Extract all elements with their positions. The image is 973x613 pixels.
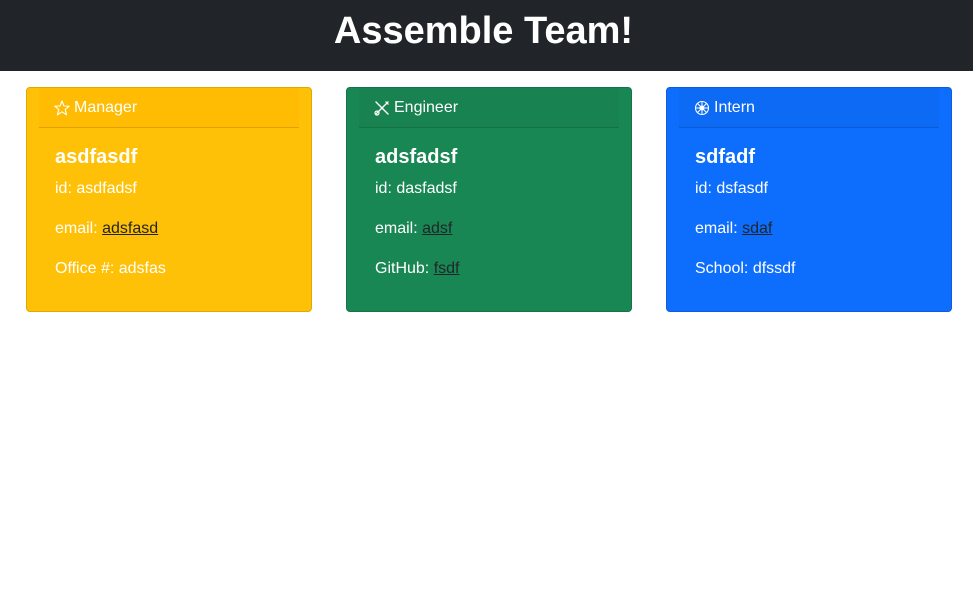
- employee-school: School: dfssdf: [695, 259, 951, 279]
- office-label: Office #:: [55, 260, 119, 277]
- github-label: GitHub:: [375, 260, 434, 277]
- id-value: asdfadsf: [76, 180, 137, 197]
- office-value: adsfas: [118, 260, 166, 277]
- employee-github: GitHub: fsdf: [375, 259, 631, 279]
- card-role: Manager: [74, 98, 138, 116]
- id-value: dasfadsf: [396, 180, 457, 197]
- tools-icon: [374, 100, 390, 116]
- intern-card: Intern sdfadf id: dsfasdf email: sdaf Sc…: [666, 87, 952, 312]
- card-header: Engineer: [359, 88, 619, 128]
- snowflake-icon: [694, 100, 710, 116]
- github-link[interactable]: fsdf: [434, 260, 460, 277]
- email-link[interactable]: adsf: [422, 220, 452, 237]
- employee-name: adsfadsf: [375, 146, 458, 168]
- employee-id: id: asdfadsf: [55, 179, 311, 199]
- email-label: email:: [695, 220, 743, 237]
- card-header: Manager: [39, 88, 299, 128]
- email-label: email:: [55, 220, 103, 237]
- employee-id: id: dasfadsf: [375, 179, 631, 199]
- engineer-card: Engineer adsfadsf id: dasfadsf email: ad…: [346, 87, 632, 312]
- page-title: Assemble Team!: [333, 10, 634, 52]
- star-icon: [54, 99, 70, 116]
- employee-email: email: adsfasd: [55, 219, 311, 239]
- top-navbar: Assemble Team!: [0, 0, 973, 71]
- card-header: Intern: [679, 88, 939, 128]
- card-body: adsfadsf id: dasfadsf email: adsf GitHub…: [347, 128, 631, 279]
- card-role: Intern: [714, 98, 755, 116]
- employee-office: Office #: adsfas: [55, 259, 311, 279]
- card-role: Engineer: [394, 98, 459, 116]
- employee-email: email: adsf: [375, 219, 631, 239]
- email-link[interactable]: sdaf: [742, 220, 772, 237]
- employee-email: email: sdaf: [695, 219, 951, 239]
- id-value: dsfasdf: [716, 180, 768, 197]
- employee-name: sdfadf: [695, 146, 755, 168]
- email-label: email:: [375, 220, 423, 237]
- id-label: id:: [375, 180, 397, 197]
- employee-id: id: dsfasdf: [695, 179, 951, 199]
- card-body: sdfadf id: dsfasdf email: sdaf School: d…: [667, 128, 951, 279]
- school-value: dfssdf: [752, 260, 796, 277]
- email-link[interactable]: adsfasd: [102, 220, 158, 237]
- manager-card: Manager asdfasdf id: asdfadsf email: ads…: [26, 87, 312, 312]
- id-label: id:: [55, 180, 77, 197]
- school-label: School:: [695, 260, 753, 277]
- employee-name: asdfasdf: [55, 146, 138, 168]
- card-body: asdfasdf id: asdfadsf email: adsfasd Off…: [27, 128, 311, 279]
- id-label: id:: [695, 180, 717, 197]
